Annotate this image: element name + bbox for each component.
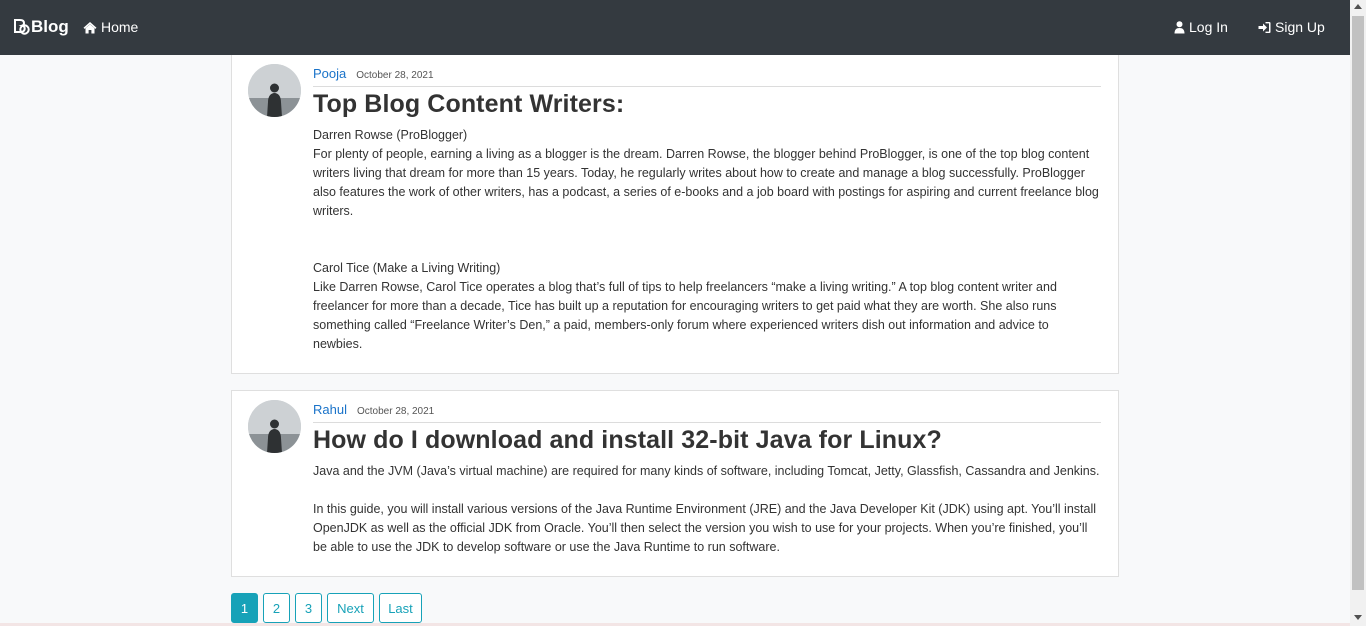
author-link[interactable]: Rahul <box>313 402 347 417</box>
post-paragraph: In this guide, you will install various … <box>313 502 1097 554</box>
nav-signup[interactable]: Sign Up <box>1258 19 1325 35</box>
nav-home-label: Home <box>101 19 139 35</box>
bootstrap-logo-icon <box>14 19 30 35</box>
brand-label: Blog <box>31 17 69 36</box>
post-body: Darren Rowse (ProBlogger) For plenty of … <box>313 126 1101 354</box>
user-icon <box>1174 20 1185 33</box>
avatar-image <box>248 64 301 117</box>
vertical-scrollbar[interactable] <box>1350 0 1366 626</box>
scroll-down-icon[interactable] <box>1354 615 1362 620</box>
post-paragraph: Darren Rowse (ProBlogger) <box>313 128 468 142</box>
pagination: 1 2 3 Next Last <box>231 593 427 623</box>
post-card: Pooja October 28, 2021 Top Blog Content … <box>231 55 1119 374</box>
avatar <box>248 64 301 117</box>
nav-home[interactable]: Home <box>83 19 138 35</box>
scrollbar-thumb[interactable] <box>1352 16 1364 590</box>
post-date: October 28, 2021 <box>356 406 435 417</box>
post-meta: Pooja October 28, 2021 <box>313 66 1101 87</box>
post-paragraph: For plenty of people, earning a living a… <box>313 147 1099 218</box>
avatar <box>248 400 301 453</box>
post-date: October 28, 2021 <box>356 70 434 81</box>
home-icon <box>83 21 97 33</box>
post-paragraph: Java and the JVM (Java’s virtual machine… <box>313 464 1100 478</box>
last-page-button[interactable]: Last <box>379 593 422 623</box>
next-page-button[interactable]: Next <box>327 593 374 623</box>
sign-in-icon <box>1258 21 1271 33</box>
nav-signup-label: Sign Up <box>1275 19 1325 35</box>
page-button-3[interactable]: 3 <box>295 593 322 623</box>
post-title: Top Blog Content Writers: <box>313 90 625 118</box>
post-body: Java and the JVM (Java’s virtual machine… <box>313 462 1101 557</box>
post-paragraph: Like Darren Rowse, Carol Tice operates a… <box>313 280 1057 351</box>
author-link[interactable]: Pooja <box>313 66 346 81</box>
post-paragraph: Carol Tice (Make a Living Writing) <box>313 261 501 275</box>
page-button-2[interactable]: 2 <box>263 593 290 623</box>
post-meta: Rahul October 28, 2021 <box>313 402 1101 423</box>
post-title: How do I download and install 32-bit Jav… <box>313 426 942 454</box>
post-card: Rahul October 28, 2021 How do I download… <box>231 390 1119 577</box>
brand-link[interactable]: Blog <box>12 17 69 37</box>
avatar-image <box>248 400 301 453</box>
nav-login[interactable]: Log In <box>1174 19 1228 35</box>
scroll-up-icon[interactable] <box>1354 4 1362 9</box>
page-button-1[interactable]: 1 <box>231 593 258 623</box>
top-navbar: Blog Home Log In Sign Up <box>0 0 1350 55</box>
nav-login-label: Log In <box>1189 19 1228 35</box>
